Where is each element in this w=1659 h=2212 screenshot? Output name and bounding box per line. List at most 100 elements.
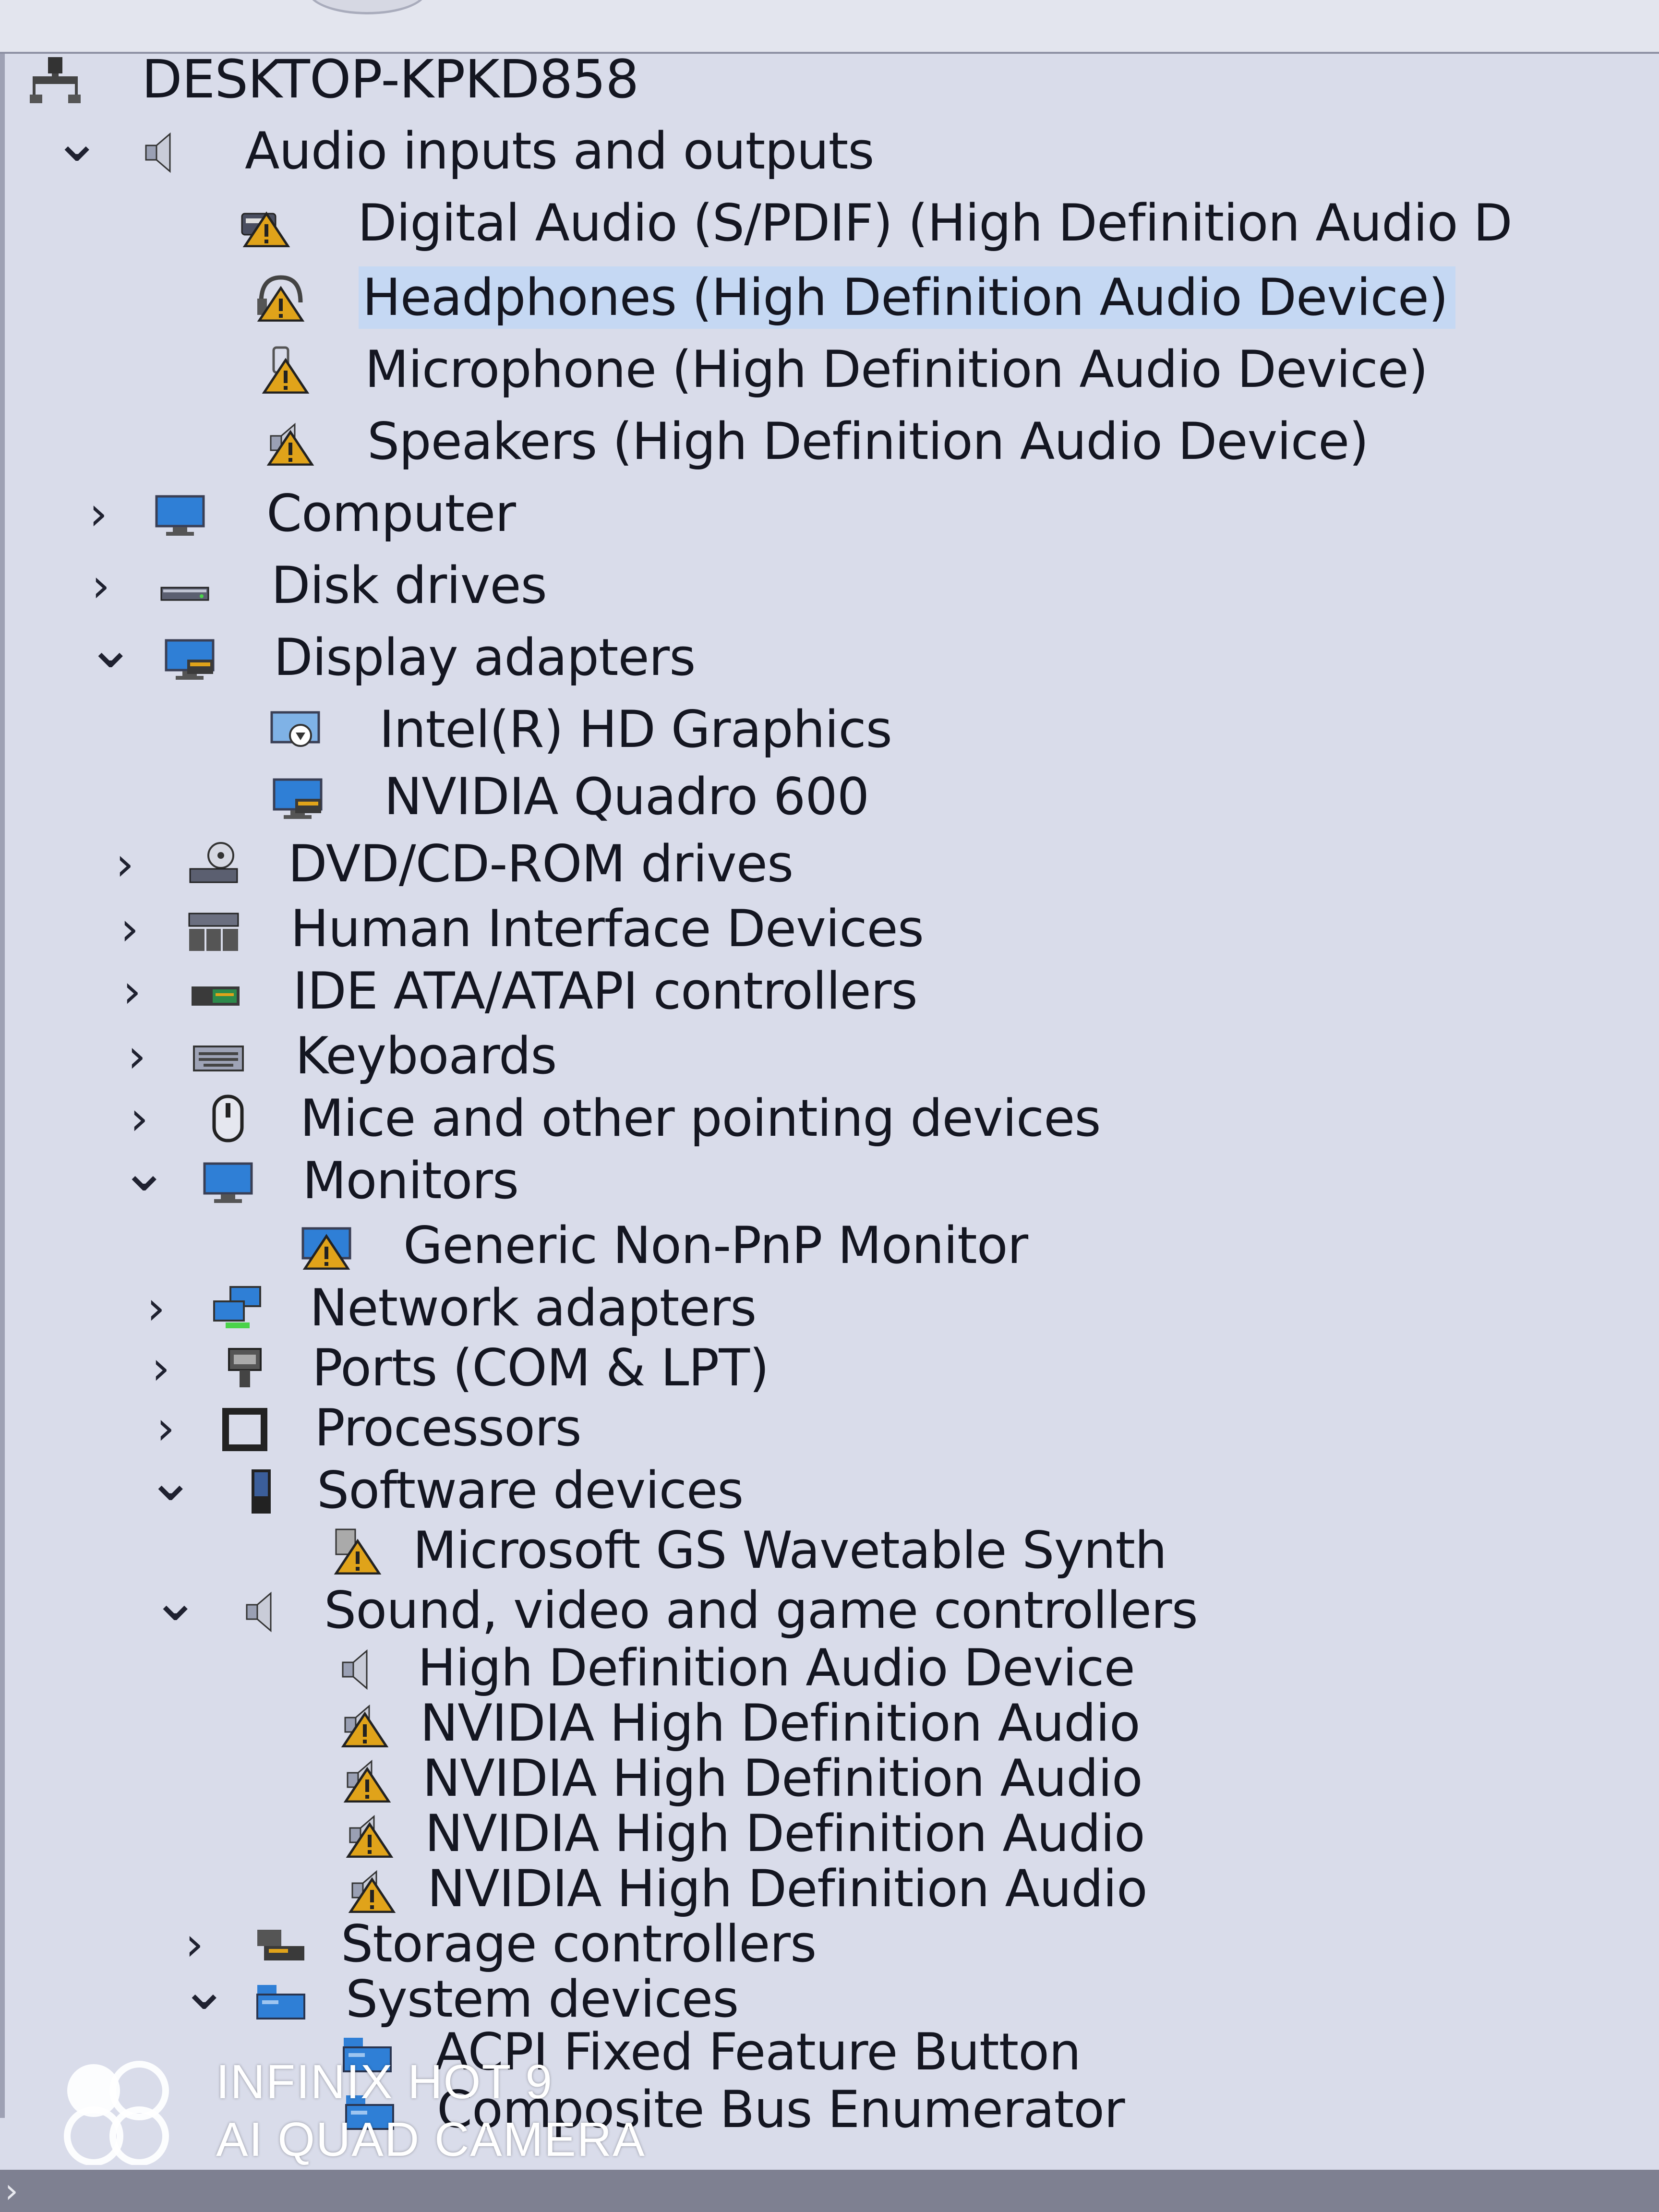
tree-node-ide[interactable]: › IDE ATA/ATAPI controllers <box>0 960 1659 1022</box>
tree-node-nvidia-audio-4[interactable]: NVIDIA High Definition Audio <box>0 1858 1659 1920</box>
device-tree: DESKTOP-KPKD858 ⌄ Audio inputs and outputs… <box>0 0 1659 2212</box>
chevron-down-icon[interactable]: ⌄ <box>146 1452 195 1522</box>
chevron-right-icon[interactable]: › <box>108 898 151 960</box>
generic-warning-icon <box>331 1527 384 1575</box>
watermark-line-2: AI QUAD CAMERA <box>216 2113 646 2166</box>
tree-node-label: Software devices <box>317 1461 744 1520</box>
tree-node-label: Audio inputs and outputs <box>245 121 875 180</box>
tree-node-nvidia-quadro[interactable]: NVIDIA Quadro 600 <box>0 766 1659 828</box>
tree-node-label: Generic Non-PnP Monitor <box>403 1216 1028 1275</box>
storage-controller-icon <box>254 1920 307 1968</box>
keyboard-icon <box>192 1032 245 1080</box>
microphone-warning-icon <box>259 346 312 394</box>
monitor-icon <box>154 490 206 538</box>
tree-node-label: DVD/CD-ROM drives <box>288 834 793 893</box>
monitor-warning-icon <box>300 1222 353 1270</box>
tree-node-label: Digital Audio (S/PDIF) (High Definition … <box>358 193 1513 252</box>
tree-node-generic-monitor[interactable]: Generic Non-PnP Monitor <box>0 1214 1659 1277</box>
chevron-down-icon[interactable]: ⌄ <box>86 619 135 689</box>
speaker-warning-icon <box>264 418 317 466</box>
dvd-drive-icon <box>187 840 240 888</box>
tree-node-label: Keyboards <box>295 1026 557 1085</box>
chevron-right-icon[interactable]: › <box>134 1277 178 1339</box>
tree-node-label: Storage controllers <box>341 1914 817 1973</box>
tree-node-label: NVIDIA High Definition Audio <box>427 1859 1148 1918</box>
tree-node-ports[interactable]: › Ports (COM & LPT) <box>0 1337 1659 1399</box>
tree-node-label: Network adapters <box>310 1278 757 1337</box>
tree-node-label: Human Interface Devices <box>290 899 924 958</box>
tree-node-intel-hd[interactable]: Intel(R) HD Graphics <box>0 698 1659 761</box>
tree-node-label: Mice and other pointing devices <box>300 1089 1101 1148</box>
ide-controller-icon <box>190 967 242 1015</box>
horizontal-scrollbar[interactable]: › <box>0 2170 1659 2212</box>
network-adapter-icon <box>211 1284 264 1332</box>
tree-node-nvidia-audio-1[interactable]: NVIDIA High Definition Audio <box>0 1692 1659 1755</box>
chevron-right-icon[interactable]: › <box>103 833 146 895</box>
tree-node-audio-io-microphone[interactable]: Microphone (High Definition Audio Device… <box>0 338 1659 401</box>
chevron-right-icon[interactable]: › <box>79 554 122 617</box>
tree-node-audio-io-spdif[interactable]: Digital Audio (S/PDIF) (High Definition … <box>0 192 1659 254</box>
tree-node-label: Monitors <box>302 1151 519 1210</box>
tree-node-audio-io[interactable]: ⌄ Audio inputs and outputs <box>0 113 1659 182</box>
speaker-warning-icon <box>346 1865 398 1913</box>
tree-node-label: Intel(R) HD Graphics <box>379 700 892 759</box>
tree-node-label: NVIDIA Quadro 600 <box>384 767 869 826</box>
tree-node-label: DESKTOP-KPKD858 <box>142 48 639 110</box>
tree-node-network[interactable]: › Network adapters <box>0 1277 1659 1339</box>
speaker-icon <box>240 1587 293 1635</box>
speaker-warning-icon <box>341 1755 394 1803</box>
chevron-right-icon[interactable]: › <box>77 482 120 545</box>
tree-node-hid[interactable]: › Human Interface Devices <box>0 898 1659 960</box>
mouse-icon <box>202 1094 254 1142</box>
tree-node-gs-synth[interactable]: Microsoft GS Wavetable Synth <box>0 1519 1659 1582</box>
tree-node-label: NVIDIA High Definition Audio <box>420 1694 1141 1753</box>
tree-node-keyboards[interactable]: › Keyboards <box>0 1025 1659 1087</box>
speaker-warning-icon <box>343 1810 396 1858</box>
tree-node-label: Ports (COM & LPT) <box>312 1338 769 1397</box>
tree-node-label: Disk drives <box>271 556 547 615</box>
hid-icon <box>187 905 240 953</box>
tree-node-disk-drives[interactable]: › Disk drives <box>0 554 1659 617</box>
tree-node-monitors[interactable]: ⌄ Monitors <box>0 1142 1659 1212</box>
tree-node-label: Sound, video and game controllers <box>324 1581 1198 1640</box>
speaker-warning-icon <box>338 1699 391 1748</box>
chevron-down-icon[interactable]: ⌄ <box>120 1142 168 1212</box>
tree-node-nvidia-audio-2[interactable]: NVIDIA High Definition Audio <box>0 1747 1659 1810</box>
tree-node-mice[interactable]: › Mice and other pointing devices <box>0 1087 1659 1150</box>
tree-node-dvd[interactable]: › DVD/CD-ROM drives <box>0 833 1659 895</box>
chevron-down-icon[interactable]: ⌄ <box>151 1572 200 1642</box>
tree-node-label: Speakers (High Definition Audio Device) <box>367 412 1369 471</box>
tree-node-display-adapters[interactable]: ⌄ Display adapters <box>0 619 1659 689</box>
computer-root-icon <box>29 55 82 103</box>
watermark-line-1: INFINIX HOT 9 <box>216 2055 553 2109</box>
tree-node-hd-audio-device[interactable]: High Definition Audio Device <box>0 1637 1659 1699</box>
chevron-down-icon[interactable]: ⌄ <box>53 113 101 182</box>
tree-node-label: High Definition Audio Device <box>418 1638 1135 1697</box>
scroll-left-arrow-icon[interactable]: › <box>5 2170 18 2212</box>
tree-node-software-devices[interactable]: ⌄ Software devices <box>0 1452 1659 1522</box>
disk-drive-icon <box>158 562 211 610</box>
tree-node-audio-io-speakers[interactable]: Speakers (High Definition Audio Device) <box>0 410 1659 473</box>
processor-icon <box>218 1404 271 1452</box>
tree-node-label: Processors <box>314 1398 582 1457</box>
display-adapter-icon <box>271 773 324 821</box>
system-device-icon <box>254 1975 307 2023</box>
tree-node-storage[interactable]: › Storage controllers <box>0 1913 1659 1975</box>
chevron-right-icon[interactable]: › <box>115 1025 158 1087</box>
tree-node-computer[interactable]: › Computer <box>0 482 1659 545</box>
monitor-icon <box>202 1157 254 1205</box>
software-device-icon <box>235 1467 288 1515</box>
spdif-warning-icon <box>240 199 293 248</box>
tree-node-processors[interactable]: › Processors <box>0 1397 1659 1459</box>
tree-node-audio-io-headphones[interactable]: Headphones (High Definition Audio Device… <box>0 266 1659 329</box>
tree-node-label: Microphone (High Definition Audio Device… <box>365 340 1428 399</box>
port-icon <box>218 1344 271 1392</box>
tree-node-label: Microsoft GS Wavetable Synth <box>413 1521 1167 1580</box>
chevron-right-icon[interactable]: › <box>110 960 154 1022</box>
chevron-right-icon[interactable]: › <box>139 1337 182 1399</box>
camera-watermark: INFINIX HOT 9 AI QUAD CAMERA <box>58 2050 730 2175</box>
tree-node-label: NVIDIA High Definition Audio <box>425 1804 1145 1863</box>
tree-node-sound-video[interactable]: ⌄ Sound, video and game controllers <box>0 1572 1659 1642</box>
tree-node-nvidia-audio-3[interactable]: NVIDIA High Definition Audio <box>0 1803 1659 1865</box>
tree-node-computer-root[interactable]: DESKTOP-KPKD858 <box>0 48 1659 110</box>
